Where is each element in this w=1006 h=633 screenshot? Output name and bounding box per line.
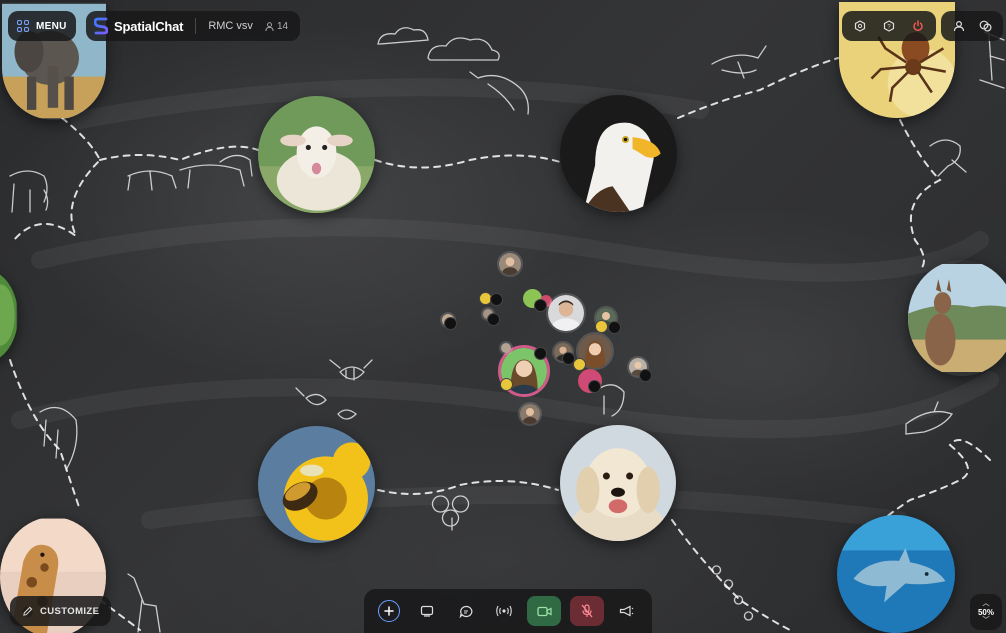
mic-off-icon bbox=[490, 293, 503, 306]
participant-avatar[interactable] bbox=[518, 402, 542, 426]
mic-off-icon bbox=[534, 299, 547, 312]
top-right-user-controls bbox=[941, 11, 1003, 41]
profile-icon[interactable] bbox=[947, 13, 970, 39]
participant-count: 14 bbox=[265, 21, 288, 32]
megaphone-icon[interactable] bbox=[612, 596, 642, 626]
customize-button[interactable]: CUSTOMIZE bbox=[10, 596, 112, 626]
customize-label: CUSTOMIZE bbox=[40, 605, 100, 617]
spatialchat-logo-icon bbox=[94, 17, 108, 35]
menu-button[interactable]: MENU bbox=[8, 11, 76, 41]
kangaroo-image bbox=[908, 264, 1006, 372]
user-icon bbox=[265, 21, 274, 31]
help-icon[interactable]: ? bbox=[877, 13, 902, 39]
mic-off-icon bbox=[573, 358, 586, 371]
top-right-controls: ? bbox=[842, 11, 936, 41]
leaf-image bbox=[0, 270, 17, 362]
settings-hex-icon[interactable] bbox=[848, 13, 873, 39]
chat-bubbles-icon[interactable] bbox=[974, 13, 997, 39]
dolphin-image bbox=[837, 515, 955, 633]
mic-off-icon bbox=[534, 347, 547, 360]
eagle-image bbox=[560, 95, 677, 212]
leaf-zone[interactable] bbox=[0, 270, 18, 362]
mic-off-icon bbox=[595, 320, 608, 333]
dog-image bbox=[560, 425, 676, 541]
zoom-in-icon[interactable]: ︿ bbox=[983, 600, 990, 607]
dolphin-zone[interactable] bbox=[837, 515, 955, 633]
broadcast-icon[interactable] bbox=[489, 596, 519, 626]
room-name: RMC vsv bbox=[208, 20, 253, 32]
sheep-image bbox=[258, 96, 375, 213]
zoom-level: 50% bbox=[977, 607, 994, 617]
pencil-icon bbox=[23, 606, 33, 616]
camera-icon[interactable] bbox=[527, 596, 562, 626]
mic-off-icon bbox=[588, 380, 601, 393]
chat-icon[interactable] bbox=[451, 596, 481, 626]
brand-name: SpatialChat bbox=[114, 18, 184, 34]
dog-zone[interactable] bbox=[560, 425, 676, 541]
mic-off-icon bbox=[444, 317, 457, 330]
add-icon[interactable] bbox=[378, 600, 400, 622]
bee-image bbox=[258, 426, 375, 543]
menu-label: MENU bbox=[36, 20, 67, 32]
zoom-control[interactable]: ︿ 50% ﹀ bbox=[970, 594, 1002, 630]
sheep-zone[interactable] bbox=[258, 96, 375, 213]
participant-avatar[interactable] bbox=[499, 341, 513, 355]
mic-off-icon bbox=[500, 378, 513, 391]
kangaroo-zone[interactable] bbox=[908, 260, 1006, 376]
participant-avatar[interactable] bbox=[546, 293, 586, 333]
bottom-toolbar bbox=[364, 589, 652, 633]
mic-off-icon bbox=[608, 321, 621, 334]
participant-avatar[interactable] bbox=[497, 251, 523, 277]
room-info-bar[interactable]: SpatialChat RMC vsv 14 bbox=[86, 11, 301, 41]
bee-zone[interactable] bbox=[258, 426, 375, 543]
eagle-zone[interactable] bbox=[560, 95, 677, 212]
divider bbox=[195, 18, 197, 34]
mic-off-icon bbox=[487, 313, 500, 326]
screen-share-icon[interactable] bbox=[412, 596, 442, 626]
mic-muted-icon[interactable] bbox=[569, 596, 604, 626]
power-icon[interactable] bbox=[905, 13, 930, 39]
zoom-out-icon[interactable]: ﹀ bbox=[983, 617, 990, 624]
grid-icon bbox=[17, 20, 29, 32]
room-canvas[interactable] bbox=[0, 0, 1006, 633]
participant-count-value: 14 bbox=[276, 20, 289, 32]
mic-off-icon bbox=[639, 369, 652, 382]
